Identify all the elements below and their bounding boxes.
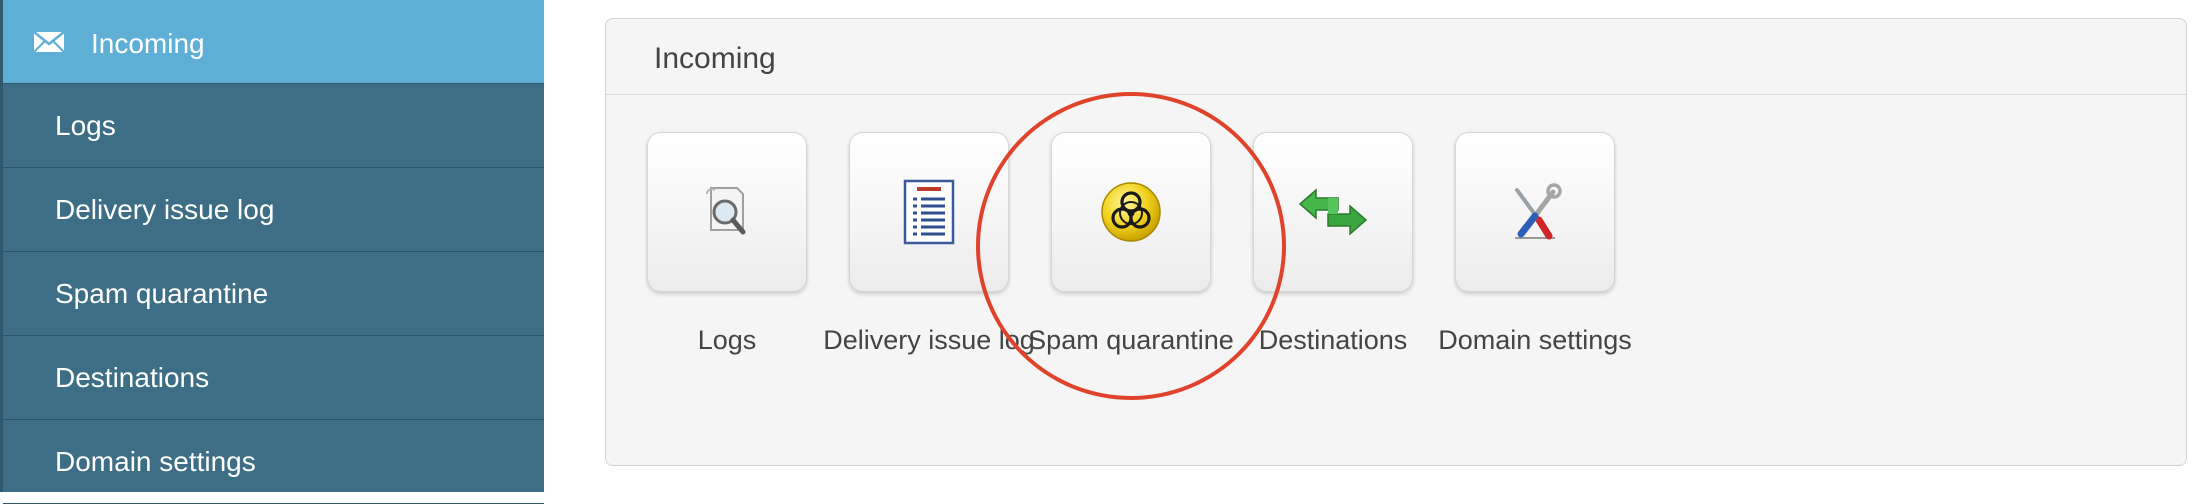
sidebar-item-delivery-issue-log[interactable]: Delivery issue log <box>3 168 544 252</box>
incoming-panel: Incoming Logs Delivery issue log Spam qu… <box>605 18 2187 466</box>
panel-header: Incoming <box>606 19 2186 95</box>
tile-domain-settings-button[interactable] <box>1455 132 1615 292</box>
report-document-icon <box>903 179 955 245</box>
sidebar-item-label: Delivery issue log <box>55 194 275 225</box>
envelope-icon <box>33 31 65 53</box>
sidebar-item-spam-quarantine[interactable]: Spam quarantine <box>3 252 544 336</box>
sidebar-item-label: Destinations <box>55 362 210 393</box>
sidebar-item-label: Domain settings <box>55 446 256 477</box>
sidebar: Incoming Logs Delivery issue log Spam qu… <box>0 0 544 504</box>
sidebar-item-logs[interactable]: Logs <box>3 84 544 168</box>
tile-destinations-button[interactable] <box>1253 132 1413 292</box>
sidebar-item-incoming[interactable]: Incoming <box>3 0 544 84</box>
tile-spam-quarantine[interactable]: Spam quarantine <box>1028 132 1234 355</box>
sidebar-header-title: Incoming <box>91 28 205 59</box>
tile-delivery-issue-log-button[interactable] <box>849 132 1009 292</box>
magnifier-document-icon <box>706 187 746 235</box>
green-arrows-icon <box>1298 188 1368 236</box>
tile-domain-settings-label: Domain settings <box>1438 325 1632 355</box>
sidebar-item-label: Spam quarantine <box>55 278 269 309</box>
tile-spam-quarantine-button[interactable] <box>1051 132 1211 292</box>
sidebar-item-domain-settings[interactable]: Domain settings <box>3 420 544 504</box>
tile-logs[interactable]: Logs <box>647 132 807 355</box>
tile-domain-settings[interactable]: Domain settings <box>1438 132 1632 355</box>
biohazard-icon <box>1101 182 1161 242</box>
tile-logs-button[interactable] <box>647 132 807 292</box>
tile-destinations[interactable]: Destinations <box>1253 132 1413 355</box>
panel-title: Incoming <box>654 42 776 75</box>
sidebar-item-label: Logs <box>55 110 116 141</box>
sidebar-item-destinations[interactable]: Destinations <box>3 336 544 420</box>
tile-delivery-issue-log[interactable]: Delivery issue log <box>823 132 1035 355</box>
tools-icon <box>1515 183 1562 240</box>
